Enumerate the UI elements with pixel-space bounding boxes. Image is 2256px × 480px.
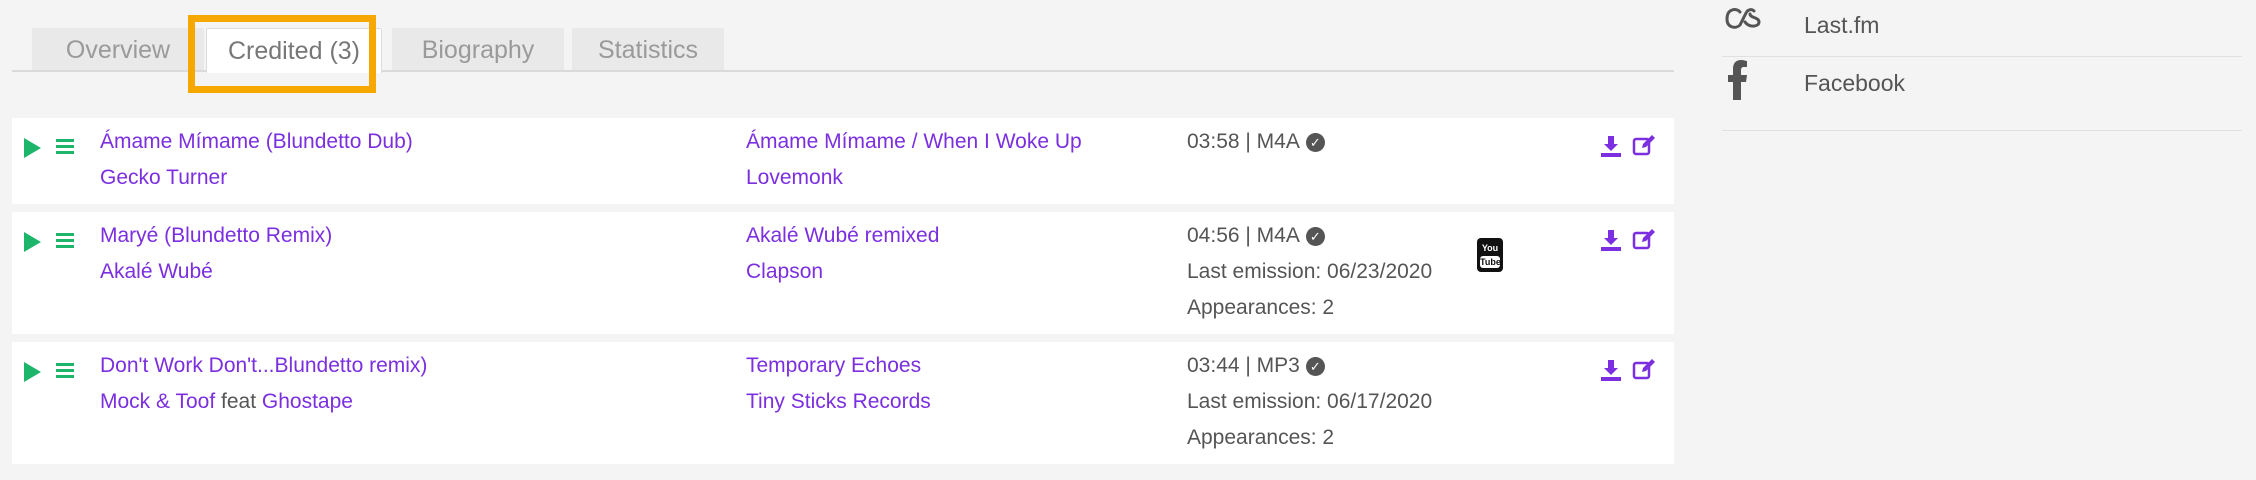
track-last-emission: Last emission: 06/17/2020 bbox=[1187, 390, 1433, 413]
tab-overview[interactable]: Overview bbox=[32, 28, 204, 70]
play-icon[interactable] bbox=[24, 138, 41, 158]
sidebar-item-label: Last.fm bbox=[1804, 12, 1880, 38]
download-icon[interactable] bbox=[1599, 358, 1623, 382]
track-duration-format: 04:56 | M4A ✓ bbox=[1187, 218, 1325, 254]
edit-icon[interactable] bbox=[1632, 228, 1656, 252]
track-artist[interactable]: Akalé Wubé bbox=[100, 254, 213, 290]
track-duration-format: 03:58 | M4A ✓ bbox=[1187, 124, 1325, 160]
verified-check-icon: ✓ bbox=[1305, 227, 1325, 246]
track-duration-format: 03:44 | MP3 ✓ bbox=[1187, 348, 1325, 384]
track-release[interactable]: Akalé Wubé remixed bbox=[746, 218, 939, 254]
track-row: Don't Work Don't...Blundetto remix) Mock… bbox=[12, 342, 1674, 464]
track-row: Ámame Mímame (Blundetto Dub) Gecko Turne… bbox=[12, 118, 1674, 204]
edit-icon[interactable] bbox=[1632, 134, 1656, 158]
edit-icon[interactable] bbox=[1632, 358, 1656, 382]
tab-statistics[interactable]: Statistics bbox=[572, 28, 724, 70]
download-icon[interactable] bbox=[1599, 228, 1623, 252]
download-icon[interactable] bbox=[1599, 134, 1623, 158]
track-title[interactable]: Don't Work Don't...Blundetto remix) bbox=[100, 348, 427, 384]
track-row: Maryé (Blundetto Remix) Akalé Wubé Akalé… bbox=[12, 212, 1674, 334]
track-release[interactable]: Temporary Echoes bbox=[746, 348, 921, 384]
track-release[interactable]: Ámame Mímame / When I Woke Up bbox=[746, 124, 1082, 160]
verified-check-icon: ✓ bbox=[1305, 133, 1325, 152]
track-title[interactable]: Ámame Mímame (Blundetto Dub) bbox=[100, 124, 413, 160]
play-icon[interactable] bbox=[24, 232, 41, 252]
feat-artist[interactable]: Ghostape bbox=[262, 390, 353, 413]
verified-check-icon: ✓ bbox=[1305, 357, 1325, 376]
track-label[interactable]: Clapson bbox=[746, 254, 823, 290]
track-last-emission: Last emission: 06/23/2020 bbox=[1187, 260, 1433, 283]
track-artist[interactable]: Mock & Toof bbox=[100, 390, 215, 413]
queue-icon[interactable] bbox=[56, 233, 74, 251]
sidebar-item-facebook[interactable]: Facebook bbox=[1722, 56, 2242, 131]
queue-icon[interactable] bbox=[56, 139, 74, 157]
track-artist-line: Mock & Toof feat Ghostape bbox=[100, 384, 353, 420]
tab-credited[interactable]: Credited (3) bbox=[206, 28, 382, 73]
track-label[interactable]: Lovemonk bbox=[746, 160, 843, 196]
tab-bar: Overview Credited (3) Biography Statisti… bbox=[12, 28, 1674, 73]
queue-icon[interactable] bbox=[56, 363, 74, 381]
track-appearances: Appearances: 2 bbox=[1187, 426, 1335, 449]
tab-biography[interactable]: Biography bbox=[392, 28, 564, 70]
play-icon[interactable] bbox=[24, 362, 41, 382]
youtube-icon-bottom-text: Tube bbox=[1480, 256, 1501, 268]
track-label[interactable]: Tiny Sticks Records bbox=[746, 384, 931, 420]
lastfm-icon bbox=[1725, 8, 1761, 29]
sidebar-item-lastfm[interactable]: Last.fm bbox=[1722, 0, 2242, 57]
facebook-icon bbox=[1728, 60, 1747, 100]
feat-text: feat bbox=[221, 390, 257, 413]
track-appearances: Appearances: 2 bbox=[1187, 296, 1335, 319]
youtube-icon[interactable]: You Tube bbox=[1477, 238, 1503, 272]
youtube-icon-top-text: You bbox=[1481, 243, 1499, 253]
track-artist[interactable]: Gecko Turner bbox=[100, 160, 227, 196]
track-title[interactable]: Maryé (Blundetto Remix) bbox=[100, 218, 332, 254]
sidebar-item-label: Facebook bbox=[1804, 70, 1906, 96]
